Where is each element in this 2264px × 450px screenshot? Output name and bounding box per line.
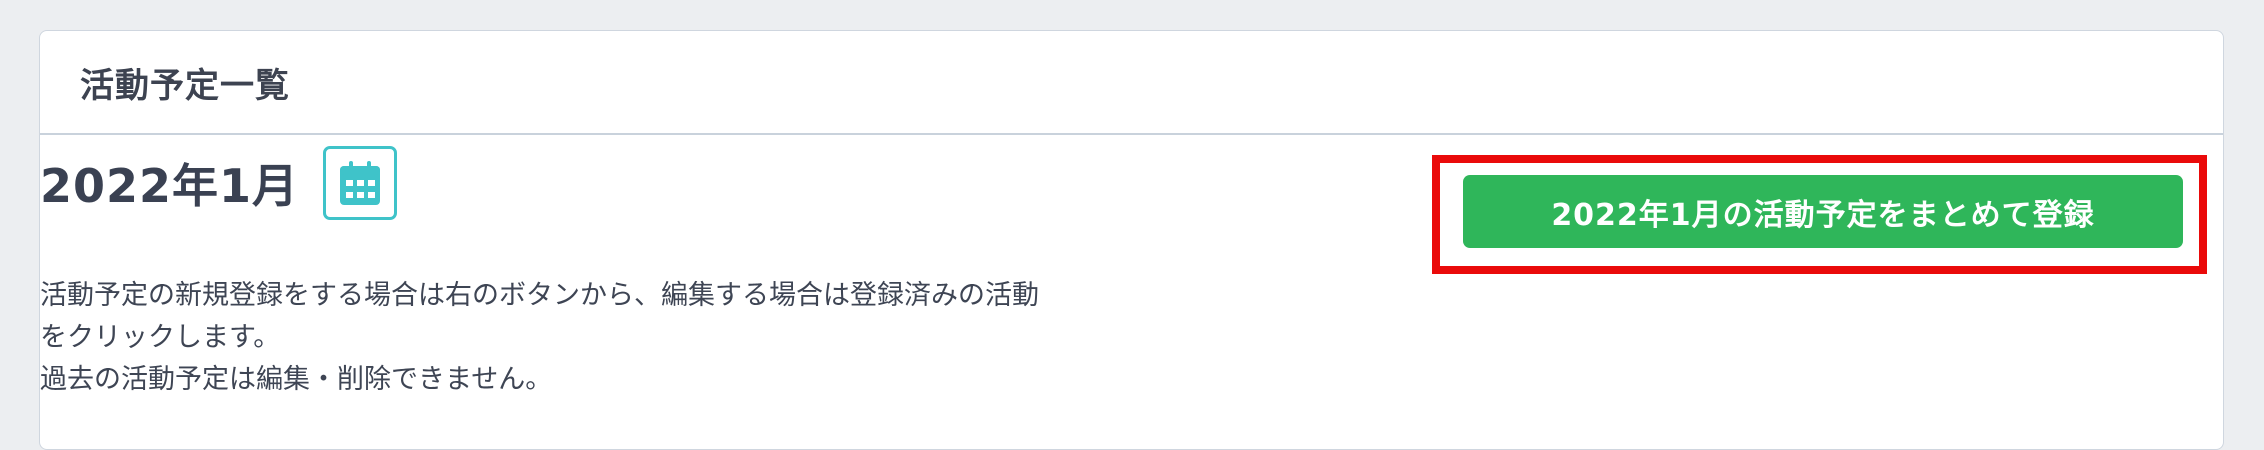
calendar-button[interactable] [323, 146, 398, 220]
calendar-icon [340, 161, 381, 205]
description-line: 過去の活動予定は編集・削除できません。 [40, 364, 553, 395]
bulk-register-button[interactable]: 2022年1月の活動予定をまとめて登録 [1463, 175, 2183, 248]
description: 活動予定の新規登録をする場合は右のボタンから、編集する場合は登録済みの活動 をク… [40, 275, 1140, 401]
month-row: 2022年1月 [40, 146, 398, 220]
card-title: 活動予定一覧 [80, 65, 290, 106]
month-title: 2022年1月 [40, 159, 300, 213]
description-line: をクリックします。 [40, 322, 281, 353]
card-header: 活動予定一覧 [40, 31, 2223, 135]
description-line: 活動予定の新規登録をする場合は右のボタンから、編集する場合は登録済みの活動 [40, 280, 1039, 311]
